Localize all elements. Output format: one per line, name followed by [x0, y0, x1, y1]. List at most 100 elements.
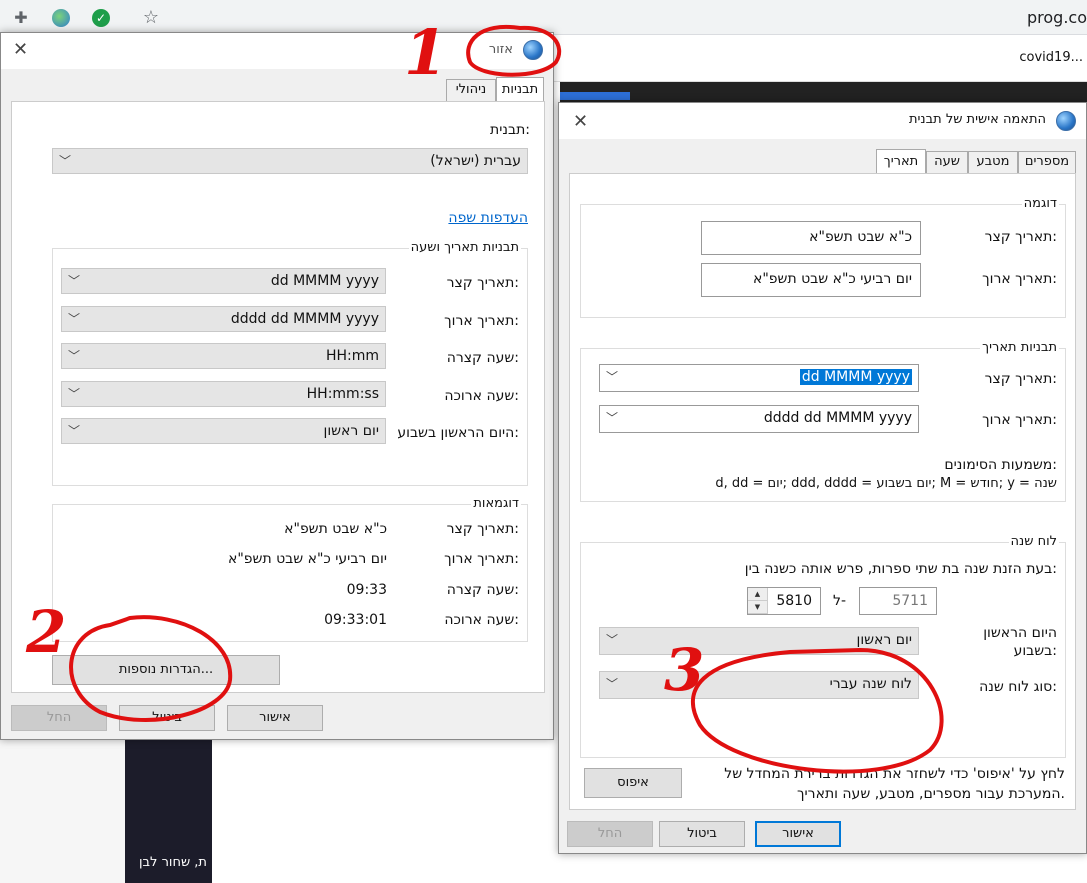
- long-date-combo[interactable]: ﹀ dddd dd MMMM yyyy: [599, 405, 919, 433]
- year-separator: ל-: [833, 593, 847, 609]
- long-date-combo[interactable]: ﹀ dddd dd MMMM yyyy: [61, 306, 386, 332]
- customize-tabs: מספרים מטבע שעה תאריך: [559, 149, 1087, 173]
- chevron-down-icon: ﹀: [606, 633, 619, 647]
- check-extension-icon[interactable]: ✓: [92, 9, 110, 27]
- tab-formats[interactable]: תבניות: [496, 77, 544, 101]
- long-date-label: תאריך ארוך:: [982, 412, 1057, 428]
- ok-button[interactable]: אישור: [227, 705, 323, 731]
- format-label: תבנית:: [490, 122, 530, 138]
- example-long-date-box: יום רביעי כ"א שבט תשפ"א: [701, 263, 921, 297]
- region-titlebar: אזור ✕: [1, 33, 553, 69]
- year-spinner[interactable]: ▲ ▼: [748, 588, 768, 614]
- ok-button[interactable]: אישור: [755, 821, 841, 847]
- short-date-label: תאריך קצר:: [446, 275, 519, 291]
- cancel-button[interactable]: ביטול: [659, 821, 745, 847]
- year-to-value: 5810: [776, 593, 812, 609]
- example-long-time-label: שעה ארוכה:: [444, 612, 519, 628]
- long-time-label: שעה ארוכה:: [444, 388, 519, 404]
- example-short-date-value: כ"א שבט תשפ"א: [809, 229, 912, 245]
- symbols-text: d, dd = יום; ddd, dddd = יום בשבוע; M = …: [715, 476, 1057, 491]
- language-preferences-link[interactable]: העדפות שפה: [448, 210, 528, 226]
- format-combo[interactable]: ﹀ עברית (ישראל): [52, 148, 528, 174]
- chevron-down-icon: ﹀: [68, 274, 81, 288]
- customize-titlebar: התאמה אישית של תבנית ✕: [559, 103, 1086, 139]
- date-formats-group: תבניות תאריך תאריך קצר: ﹀ dd MMMM yyyy תא…: [580, 340, 1066, 502]
- globe-extension-icon[interactable]: [52, 9, 70, 27]
- address-bar-url[interactable]: prog.co: [1027, 8, 1087, 27]
- example-long-time-value: 09:33:01: [324, 612, 387, 628]
- apply-button: החל: [11, 705, 107, 731]
- customize-title: התאמה אישית של תבנית: [908, 112, 1046, 127]
- calendar-type-combo[interactable]: ﹀ לוח שנה עברי: [599, 671, 919, 699]
- example-short-date-value: כ"א שבט תשפ"א: [284, 521, 387, 537]
- example-long-date-value: יום רביעי כ"א שבט תשפ"א: [227, 551, 387, 567]
- chevron-down-icon: ﹀: [606, 370, 619, 384]
- tab-administrative[interactable]: ניהולי: [446, 79, 496, 101]
- first-day-value: יום ראשון: [323, 423, 380, 439]
- first-day-combo[interactable]: ﹀ יום ראשון: [599, 627, 919, 655]
- chevron-down-icon: ﹀: [606, 411, 619, 425]
- group-label: דוגמאות: [471, 496, 521, 511]
- short-time-combo[interactable]: ﹀ HH:mm: [61, 343, 386, 369]
- example-short-time-label: שעה קצרה:: [446, 582, 519, 598]
- example-short-time-value: 09:33: [346, 582, 387, 598]
- region-tabs: תבניות ניהולי: [1, 77, 555, 101]
- page-tab-area: covid19...: [527, 40, 1087, 82]
- calendar-group: לוח שנה בעת הזנת שנה בת שתי ספרות, פרש א…: [580, 534, 1066, 758]
- reset-text-line-1: לחץ על 'איפוס' כדי לשחזר את הגדרות ברירת…: [724, 766, 1065, 782]
- tab-numbers[interactable]: מספרים: [1018, 151, 1076, 173]
- short-date-combo[interactable]: ﹀ dd MMMM yyyy: [61, 268, 386, 294]
- year-to-field[interactable]: ▲ ▼ 5810: [747, 587, 821, 615]
- example-short-date-box: כ"א שבט תשפ"א: [701, 221, 921, 255]
- first-day-label: היום הראשון: [983, 625, 1057, 641]
- long-time-combo[interactable]: ﹀ HH:mm:ss: [61, 381, 386, 407]
- tab-date[interactable]: תאריך: [876, 149, 926, 173]
- reset-text-line-2: המערכת עבור מספרים, מטבע, שעה ותאריך.: [797, 786, 1065, 802]
- year-from-value: 5711: [892, 593, 928, 609]
- page-grey-area: [0, 740, 125, 883]
- reset-button[interactable]: איפוס: [584, 768, 682, 798]
- additional-settings-button[interactable]: הגדרות נוספות...: [52, 655, 280, 685]
- format-value: עברית (ישראל): [430, 153, 521, 169]
- page-blue-bar: [560, 92, 630, 100]
- short-date-value: dd MMMM yyyy: [799, 369, 912, 385]
- customize-format-dialog: התאמה אישית של תבנית ✕ מספרים מטבע שעה ת…: [558, 102, 1087, 854]
- example-long-date-label: תאריך ארוך:: [982, 271, 1057, 287]
- region-dialog: אזור ✕ תבניות ניהולי תבנית: ﹀ עברית (ישר…: [0, 32, 554, 740]
- puzzle-icon[interactable]: ✚: [12, 9, 30, 27]
- page-white-area: [212, 740, 562, 883]
- formats-panel: תבנית: ﹀ עברית (ישראל) העדפות שפה תבניות…: [11, 101, 545, 693]
- chevron-down-icon: ﹀: [68, 312, 81, 326]
- first-day-value: יום ראשון: [856, 632, 913, 648]
- calendar-type-label: סוג לוח שנה:: [979, 679, 1057, 695]
- star-bookmark-icon[interactable]: ☆: [142, 9, 160, 27]
- chevron-down-icon: ﹀: [59, 154, 72, 168]
- group-label: לוח שנה: [1008, 534, 1059, 549]
- date-panel: דוגמה תאריך קצר: כ"א שבט תשפ"א תאריך ארו…: [569, 173, 1076, 810]
- example-short-date-label: תאריך קצר:: [446, 521, 519, 537]
- apply-button: החל: [567, 821, 653, 847]
- example-long-date-label: תאריך ארוך:: [444, 551, 519, 567]
- long-time-value: HH:mm:ss: [306, 386, 379, 402]
- close-icon[interactable]: ✕: [13, 39, 28, 60]
- first-day-combo[interactable]: ﹀ יום ראשון: [61, 418, 386, 444]
- chevron-down-icon: ﹀: [68, 387, 81, 401]
- globe-icon: [523, 40, 543, 60]
- group-label: תבניות תאריך ושעה: [408, 240, 521, 255]
- year-from-field: 5711: [859, 587, 937, 615]
- long-date-label: תאריך ארוך:: [444, 313, 519, 329]
- region-title: אזור: [488, 42, 513, 57]
- chevron-down-icon: ﹀: [68, 349, 81, 363]
- short-date-value: dd MMMM yyyy: [270, 273, 379, 289]
- close-icon[interactable]: ✕: [573, 111, 588, 132]
- tab-time[interactable]: שעה: [926, 151, 968, 173]
- cancel-button[interactable]: ביטול: [119, 705, 215, 731]
- page-tab-text[interactable]: covid19...: [1019, 50, 1083, 65]
- short-date-combo[interactable]: ﹀ dd MMMM yyyy: [599, 364, 919, 392]
- tab-currency[interactable]: מטבע: [968, 151, 1018, 173]
- spin-up-icon[interactable]: ▲: [748, 588, 767, 601]
- short-time-label: שעה קצרה:: [446, 350, 519, 366]
- spin-down-icon[interactable]: ▼: [748, 601, 767, 614]
- first-day-label: היום הראשון בשבוע:: [397, 425, 519, 441]
- chevron-down-icon: ﹀: [606, 677, 619, 691]
